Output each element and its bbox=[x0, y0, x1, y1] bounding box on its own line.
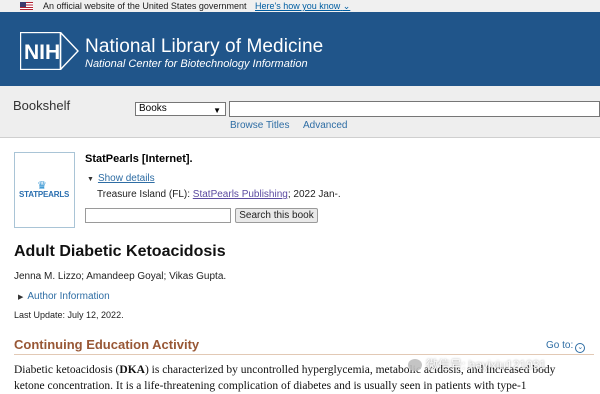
publisher-line: Treasure Island (FL): StatPearls Publish… bbox=[97, 189, 341, 200]
go-to-label[interactable]: Go to: bbox=[546, 340, 573, 351]
book-cover-brand: STATPEARLS bbox=[19, 190, 70, 199]
go-to-menu[interactable]: Go to: ⌄ bbox=[546, 340, 586, 353]
show-details-label[interactable]: Show details bbox=[98, 173, 155, 184]
publisher-suffix: ; 2022 Jan-. bbox=[287, 189, 341, 200]
last-update: Last Update: July 12, 2022. bbox=[14, 310, 124, 320]
author-information-label[interactable]: Author Information bbox=[27, 291, 109, 302]
database-select-value: Books bbox=[139, 103, 167, 114]
watermark-text: 微信号: hayixiu121031 bbox=[426, 358, 547, 372]
chevron-down-icon: ▼ bbox=[213, 106, 221, 115]
us-flag-icon bbox=[20, 2, 33, 10]
gov-banner-text: An official website of the United States… bbox=[43, 1, 247, 11]
chevron-down-icon: ⌄ bbox=[575, 343, 586, 353]
wechat-watermark: 微信号: hayixiu121031 bbox=[408, 356, 598, 372]
body-line-1-pre: Diabetic ketoacidosis ( bbox=[14, 364, 120, 376]
show-details-toggle[interactable]: ▼ Show details bbox=[87, 173, 155, 184]
nlm-title[interactable]: National Library of Medicine bbox=[85, 36, 323, 58]
section-divider bbox=[14, 354, 594, 355]
dka-abbreviation: DKA bbox=[119, 364, 145, 376]
nih-logo[interactable]: NIH bbox=[20, 32, 80, 70]
browse-titles-link[interactable]: Browse Titles bbox=[230, 120, 289, 131]
ncbi-subtitle: National Center for Biotechnology Inform… bbox=[85, 58, 308, 70]
heres-how-you-know-label[interactable]: Here's how you know bbox=[255, 1, 340, 11]
database-select[interactable]: Books ▼ bbox=[135, 102, 226, 116]
search-input[interactable] bbox=[229, 101, 600, 117]
author-list: Jenna M. Lizzo; Amandeep Goyal; Vikas Gu… bbox=[14, 271, 227, 282]
book-title: StatPearls [Internet]. bbox=[85, 153, 193, 165]
body-line-2: ketone concentration. It is a life-threa… bbox=[14, 380, 527, 392]
chevron-down-icon: ⌄ bbox=[342, 1, 351, 11]
publisher-prefix: Treasure Island (FL): bbox=[97, 189, 193, 200]
wechat-icon bbox=[408, 359, 422, 371]
author-information-toggle[interactable]: ▶ Author Information bbox=[18, 291, 110, 302]
heres-how-you-know-link[interactable]: Here's how you know ⌄ bbox=[255, 0, 350, 12]
article-title: Adult Diabetic Ketoacidosis bbox=[14, 243, 226, 260]
bookshelf-label[interactable]: Bookshelf bbox=[13, 98, 70, 113]
gov-banner: An official website of the United States… bbox=[0, 0, 600, 12]
section-title: Continuing Education Activity bbox=[14, 337, 200, 352]
advanced-search-link[interactable]: Advanced bbox=[303, 120, 347, 131]
bookshelf-search-bar: Bookshelf Books ▼ Browse Titles Advanced bbox=[0, 86, 600, 138]
book-cover[interactable]: ♛ STATPEARLS bbox=[14, 152, 75, 228]
publisher-link[interactable]: StatPearls Publishing bbox=[193, 189, 288, 200]
triangle-down-icon: ▼ bbox=[87, 176, 94, 183]
triangle-right-icon: ▶ bbox=[18, 294, 24, 301]
nlm-header: NIH National Library of Medicine Nationa… bbox=[0, 12, 600, 86]
search-this-book-button[interactable]: Search this book bbox=[235, 208, 318, 223]
nih-logo-text: NIH bbox=[24, 41, 60, 64]
book-search-input[interactable] bbox=[85, 208, 231, 223]
